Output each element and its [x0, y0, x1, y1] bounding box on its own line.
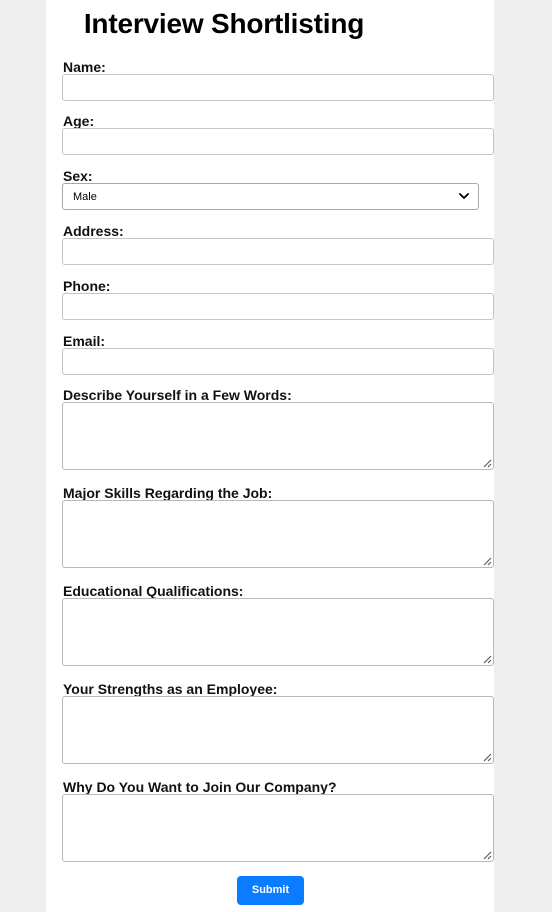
strengths-label: Your Strengths as an Employee:: [63, 681, 278, 697]
resize-grip-icon[interactable]: [482, 850, 492, 860]
resize-grip-icon[interactable]: [482, 752, 492, 762]
education-textarea[interactable]: [62, 598, 494, 666]
strengths-textarea[interactable]: [62, 696, 494, 764]
skills-label: Major Skills Regarding the Job:: [63, 485, 273, 501]
age-input[interactable]: [62, 128, 494, 155]
chevron-down-icon: [459, 193, 469, 199]
resize-grip-icon[interactable]: [482, 654, 492, 664]
skills-textarea[interactable]: [62, 500, 494, 568]
email-label: Email:: [63, 333, 106, 349]
why-textarea[interactable]: [62, 794, 494, 862]
why-label: Why Do You Want to Join Our Company?: [63, 779, 337, 795]
address-input[interactable]: [62, 238, 494, 265]
page-title: Interview Shortlisting: [83, 8, 365, 39]
email-input[interactable]: [62, 348, 494, 375]
submit-button[interactable]: Submit: [237, 876, 304, 905]
resize-grip-icon[interactable]: [482, 556, 492, 566]
name-input[interactable]: [62, 74, 494, 101]
describe-textarea[interactable]: [62, 402, 494, 470]
sex-select-value: Male: [73, 191, 97, 203]
sex-select[interactable]: Male: [62, 183, 479, 210]
address-label: Address:: [63, 223, 124, 239]
phone-input[interactable]: [62, 293, 494, 320]
resize-grip-icon[interactable]: [482, 458, 492, 468]
age-label: Age:: [63, 113, 95, 129]
phone-label: Phone:: [63, 278, 111, 294]
describe-label: Describe Yourself in a Few Words:: [63, 387, 292, 403]
sex-label: Sex:: [63, 168, 93, 184]
name-label: Name:: [63, 59, 106, 75]
education-label: Educational Qualifications:: [63, 583, 244, 599]
